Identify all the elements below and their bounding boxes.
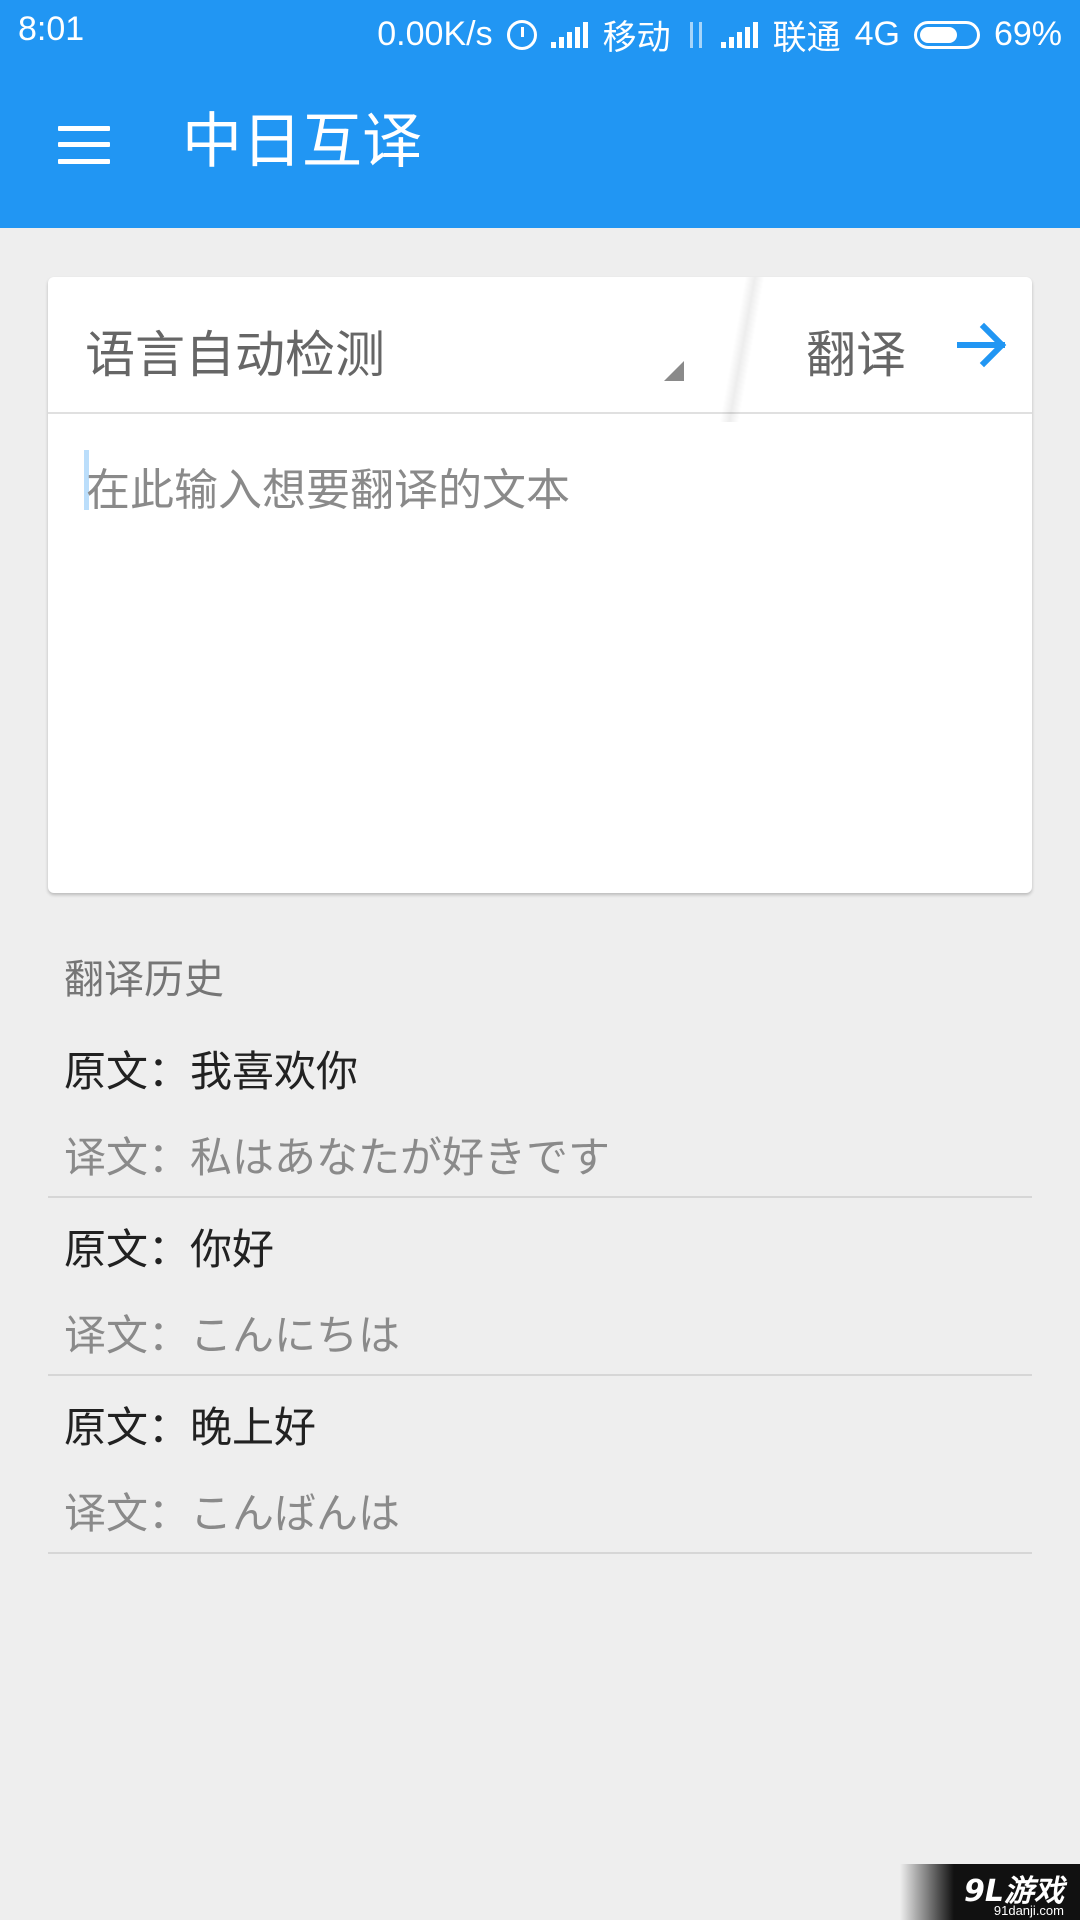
- network-type: 4G: [854, 15, 900, 53]
- app-bar: 中日互译: [0, 60, 1080, 228]
- history-list: 原文：我喜欢你 译文：私はあなたが好きです 原文：你好 译文：こんにちは 原文：…: [48, 1020, 1032, 1554]
- history-title: 翻译历史: [64, 957, 224, 1003]
- language-select[interactable]: 语言自动检测: [48, 277, 718, 412]
- history-translation: 译文：こんにちは: [64, 1311, 401, 1360]
- history-original: 原文：我喜欢你: [64, 1047, 359, 1096]
- status-time: 8:01: [18, 10, 85, 48]
- history-item[interactable]: 原文：我喜欢你 译文：私はあなたが好きです: [48, 1020, 1032, 1198]
- signal-icon-2: [720, 21, 759, 48]
- status-bar: 8:01 0.00K/s 移动 联通 4G 69%: [0, 0, 1080, 60]
- alarm-icon: [506, 19, 537, 50]
- carrier-1: 移动: [602, 19, 671, 57]
- history-original: 原文：你好: [64, 1225, 275, 1274]
- app-title: 中日互译: [182, 107, 422, 177]
- history-translation: 译文：こんばんは: [64, 1489, 401, 1538]
- text-input-placeholder: 在此输入想要翻译的文本: [86, 465, 570, 516]
- translator-card: 语言自动检测 翻译 在此输入想要翻译的文本: [48, 277, 1032, 893]
- text-input-area[interactable]: 在此输入想要翻译的文本: [48, 414, 1032, 893]
- status-right: 0.00K/s 移动 联通 4G 69%: [377, 10, 1062, 59]
- history-original: 原文：晚上好: [64, 1403, 317, 1452]
- history-item[interactable]: 原文：晚上好 译文：こんばんは: [48, 1376, 1032, 1554]
- carrier-2: 联通: [772, 19, 841, 57]
- battery-icon: [913, 20, 980, 49]
- arrow-right-icon: [957, 322, 1007, 368]
- translate-button-label: 翻译: [806, 326, 906, 384]
- translate-button[interactable]: 翻译: [754, 277, 1032, 412]
- battery-percent: 69%: [993, 15, 1062, 53]
- watermark-site: 91danji.com: [993, 1903, 1064, 1918]
- dropdown-triangle-icon: [664, 361, 684, 381]
- history-item[interactable]: 原文：你好 译文：こんにちは: [48, 1198, 1032, 1376]
- card-header: 语言自动检测 翻译: [48, 277, 1032, 422]
- language-select-label: 语言自动检测: [85, 326, 385, 384]
- net-speed: 0.00K/s: [377, 15, 493, 53]
- history-translation: 译文：私はあなたが好きです: [64, 1133, 611, 1182]
- menu-icon[interactable]: [58, 126, 110, 164]
- watermark-logo: 9L游戏 91danji.com: [900, 1864, 1080, 1920]
- data-transfer-icon: [685, 20, 707, 50]
- signal-icon-1: [550, 21, 589, 48]
